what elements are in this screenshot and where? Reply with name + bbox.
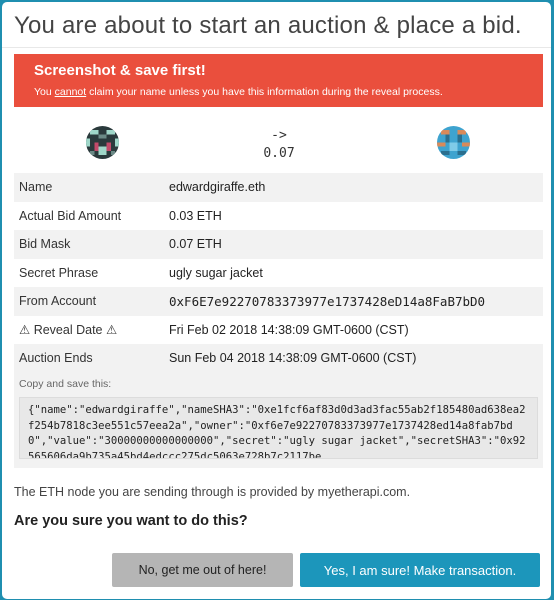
modal-title: You are about to start an auction & plac… (14, 12, 522, 39)
detail-value: 0.07 ETH (164, 230, 543, 259)
transfer-summary: -> 0.07 (14, 116, 543, 168)
confirm-bid-modal: You are about to start an auction & plac… (2, 2, 551, 599)
eth-label: ETH (39, 485, 65, 499)
detail-value: edwardgiraffe.eth (164, 173, 543, 202)
screenshot-alert: Screenshot & save first! You cannot clai… (14, 54, 543, 107)
arrow-icon: -> (271, 128, 287, 143)
alert-body-prefix: You (34, 86, 55, 98)
alert-body-emphasis: cannot (54, 86, 87, 98)
alert-body: You cannot claim your name unless you ha… (34, 86, 523, 98)
detail-label: Name (14, 173, 164, 202)
node-note-prefix: The (14, 485, 40, 499)
from-identicon-icon (86, 126, 119, 159)
copy-save-section: Copy and save this: {"name":"edwardgiraf… (14, 373, 543, 468)
warning-icon: ⚠ (19, 323, 31, 338)
to-identicon-icon (437, 126, 470, 159)
from-account-address: 0xF6E7e92270783373977e1737428eD14a8FaB7b… (164, 287, 543, 316)
copy-label: Copy and save this: (19, 378, 112, 390)
detail-value: Sun Feb 04 2018 14:38:09 GMT-0600 (CST) (164, 344, 543, 373)
table-row: Bid Mask 0.07 ETH (14, 230, 543, 259)
table-row: Name edwardgiraffe.eth (14, 173, 543, 202)
node-note-suffix: . (406, 485, 411, 499)
transfer-amount: 0.07 (263, 146, 295, 161)
transfer-arrow-group: -> 0.07 (244, 128, 314, 161)
table-row: From Account 0xF6E7e92270783373977e17374… (14, 287, 543, 316)
detail-label: From Account (14, 287, 164, 316)
reveal-date-label: ⚠ Reveal Date ⚠ (14, 316, 164, 345)
node-provider-note: The ETH node you are sending through is … (14, 485, 410, 499)
table-row: Secret Phrase ugly sugar jacket (14, 259, 543, 288)
detail-label: Secret Phrase (19, 265, 99, 280)
title-divider (2, 47, 551, 48)
node-note-middle: node you are sending through is provided… (64, 485, 318, 499)
cancel-button[interactable]: No, get me out of here! (112, 553, 293, 587)
confirm-question: Are you sure you want to do this? (14, 513, 248, 529)
node-provider-name: myetherapi.com (317, 485, 407, 499)
table-row: Auction Ends Sun Feb 04 2018 14:38:09 GM… (14, 344, 543, 373)
table-row: ⚠ Reveal Date ⚠ Fri Feb 02 2018 14:38:09… (14, 316, 543, 345)
detail-label: Actual Bid Amount (19, 208, 122, 223)
detail-label: Reveal Date (33, 323, 103, 338)
warning-icon: ⚠ (105, 323, 118, 338)
detail-value: 0.03 ETH (169, 208, 222, 223)
alert-body-suffix: claim your name unless you have this inf… (86, 86, 443, 98)
reveal-date-value: Fri Feb 02 2018 14:38:09 GMT-0600 (CST) (169, 322, 409, 337)
detail-label: Bid Mask (14, 230, 164, 259)
bid-json-textarea[interactable]: {"name":"edwardgiraffe","nameSHA3":"0xe1… (19, 397, 538, 459)
detail-value: ugly sugar jacket (169, 265, 263, 280)
detail-label: Auction Ends (14, 344, 164, 373)
alert-heading: Screenshot & save first! (34, 62, 206, 79)
table-row: Actual Bid Amount 0.03 ETH (14, 202, 543, 231)
bid-details-table: Name edwardgiraffe.eth Actual Bid Amount… (14, 173, 543, 373)
confirm-transaction-button[interactable]: Yes, I am sure! Make transaction. (300, 553, 540, 587)
